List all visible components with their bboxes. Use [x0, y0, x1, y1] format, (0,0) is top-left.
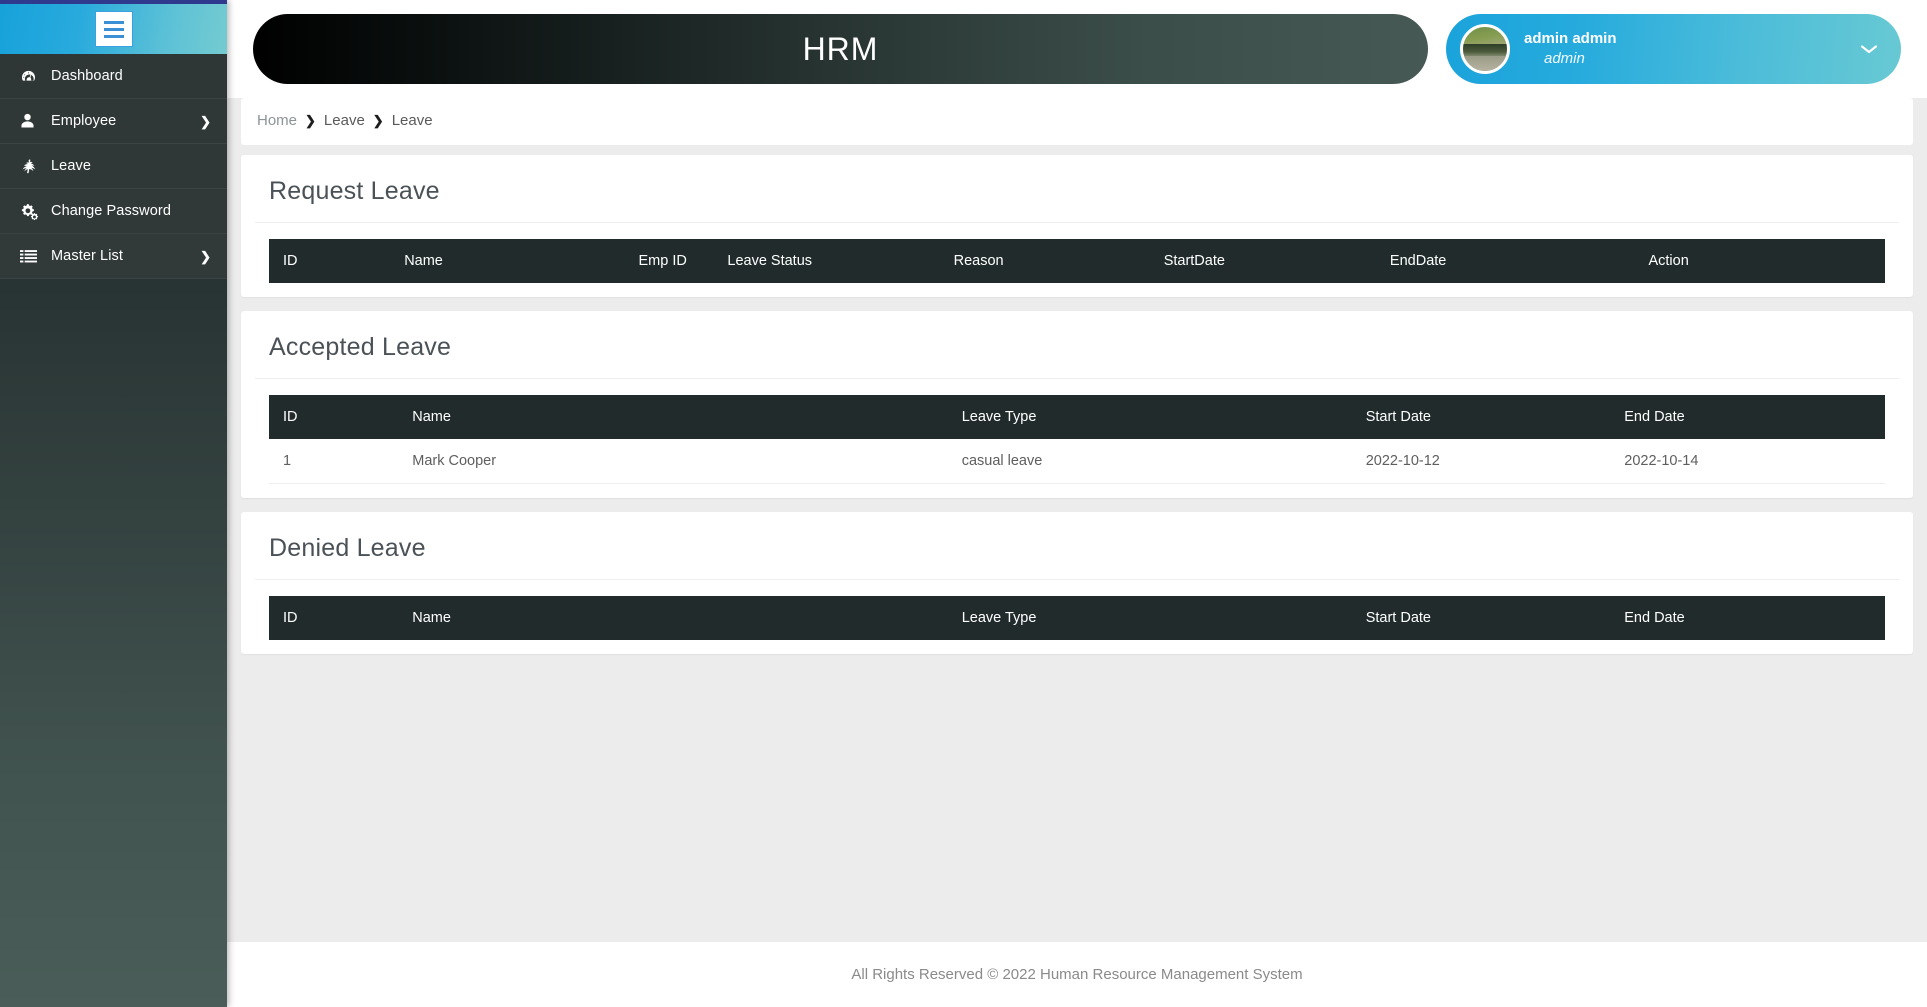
- table-cell: casual leave: [947, 439, 1352, 484]
- sidebar-item-dashboard[interactable]: Dashboard: [0, 54, 227, 99]
- column-header-start-date: StartDate: [1163, 253, 1225, 269]
- page-footer: All Rights Reserved © 2022 Human Resourc…: [227, 942, 1927, 1007]
- hamburger-icon[interactable]: [94, 11, 133, 47]
- sidebar-item-label: Employee: [51, 113, 117, 129]
- chevron-right-icon: ❯: [200, 113, 211, 129]
- column-header-start-date: Start Date: [1365, 409, 1431, 425]
- sidebar-item-leave[interactable]: Leave: [0, 144, 227, 189]
- column-header-id: ID: [283, 409, 298, 425]
- sidebar-item-employee[interactable]: Employee ❯: [0, 99, 227, 144]
- table-cell: 2022-10-12: [1351, 439, 1611, 484]
- column-header-end-date: End Date: [1624, 610, 1685, 626]
- denied-leave-table-wrap: ID Name Leave Type Start Date End Date: [255, 580, 1899, 640]
- user-name: admin admin: [1524, 29, 1617, 47]
- breadcrumb-item-leave[interactable]: Leave: [324, 112, 365, 129]
- sidebar-item-label: Leave: [51, 158, 92, 174]
- dashboard-icon: [20, 68, 42, 85]
- table-header-row: ID Name Leave Type Start Date End Date: [269, 596, 1885, 640]
- table-head: ID Name Leave Type Start Date End Date: [269, 596, 1885, 640]
- table-head: ID Name Emp ID Leave Status Reason Start…: [269, 239, 1885, 283]
- footer-text: All Rights Reserved © 2022 Human Resourc…: [851, 966, 1303, 983]
- sidebar-item-label: Change Password: [51, 203, 171, 219]
- breadcrumb-home[interactable]: Home: [257, 112, 297, 129]
- hamburger-bar: [103, 34, 124, 38]
- request-leave-title: Request Leave: [255, 177, 1899, 223]
- hamburger-bar: [103, 20, 124, 24]
- table-head: ID Name Leave Type Start Date End Date: [269, 395, 1885, 439]
- accepted-leave-table-wrap: ID Name Leave Type Start Date End Date 1…: [255, 379, 1899, 484]
- denied-leave-card: Denied Leave ID Name Leave Type Start Da…: [241, 512, 1913, 654]
- gears-icon: [20, 203, 42, 220]
- user-icon: [20, 113, 42, 129]
- column-header-leave-status: Leave Status: [727, 253, 813, 269]
- accepted-leave-table: ID Name Leave Type Start Date End Date 1…: [269, 395, 1885, 484]
- column-header-end-date: EndDate: [1389, 253, 1447, 269]
- table-header-row: ID Name Emp ID Leave Status Reason Start…: [269, 239, 1885, 283]
- sidebar-item-master-list[interactable]: Master List ❯: [0, 234, 227, 279]
- column-header-id: ID: [283, 610, 298, 626]
- breadcrumb: Home ❯ Leave ❯ Leave: [241, 112, 1913, 129]
- user-role: admin: [1544, 50, 1585, 67]
- column-header-name: Name: [404, 253, 443, 269]
- table-cell: Mark Cooper: [398, 439, 948, 484]
- column-header-reason: Reason: [953, 253, 1004, 269]
- avatar: [1460, 24, 1510, 74]
- content-area: Request Leave ID Name Emp ID Leave Statu…: [227, 145, 1927, 942]
- brand-banner: HRM: [253, 14, 1428, 84]
- list-icon: [20, 249, 42, 264]
- table-row: 1 Mark Cooper casual leave 2022-10-12 2022-1…: [269, 439, 1885, 484]
- table-cell: 2022-10-14: [1610, 439, 1885, 484]
- column-header-name: Name: [412, 409, 451, 425]
- table-header-row: ID Name Leave Type Start Date End Date: [269, 395, 1885, 439]
- accepted-leave-title: Accepted Leave: [255, 333, 1899, 379]
- column-header-name: Name: [412, 610, 451, 626]
- request-leave-table-wrap: ID Name Emp ID Leave Status Reason Start…: [255, 223, 1899, 283]
- column-header-leave-type: Leave Type: [961, 610, 1037, 626]
- user-menu[interactable]: admin admin admin: [1446, 14, 1901, 84]
- breadcrumb-bar: Home ❯ Leave ❯ Leave: [241, 98, 1913, 145]
- page-title: HRM: [802, 30, 879, 67]
- chevron-right-icon: ❯: [372, 112, 384, 128]
- column-header-emp-id: Emp ID: [638, 253, 687, 269]
- denied-leave-title: Denied Leave: [255, 534, 1899, 580]
- column-header-end-date: End Date: [1624, 409, 1685, 425]
- sidebar: Dashboard Employee ❯ Leave Change Passwo…: [0, 0, 227, 1007]
- accepted-leave-table-body: 1 Mark Cooper casual leave 2022-10-12 2022-1…: [269, 439, 1885, 484]
- chevron-right-icon: ❯: [200, 248, 211, 264]
- hamburger-bar: [103, 27, 124, 31]
- request-leave-table: ID Name Emp ID Leave Status Reason Start…: [269, 239, 1885, 283]
- sidebar-header: [0, 0, 227, 54]
- sidebar-menu: Dashboard Employee ❯ Leave Change Passwo…: [0, 54, 227, 279]
- sidebar-item-label: Dashboard: [51, 68, 123, 84]
- chevron-down-icon[interactable]: [1859, 39, 1879, 59]
- column-header-start-date: Start Date: [1365, 610, 1431, 626]
- denied-leave-table: ID Name Leave Type Start Date End Date: [269, 596, 1885, 640]
- breadcrumb-item-current: Leave: [391, 112, 433, 129]
- leave-icon: [20, 158, 42, 175]
- chevron-right-icon: ❯: [305, 112, 316, 128]
- user-info: admin admin admin: [1524, 29, 1617, 70]
- main-content: HRM admin admin admin Home ❯ Leave ❯ Lea…: [227, 0, 1927, 1007]
- request-leave-card: Request Leave ID Name Emp ID Leave Statu…: [241, 155, 1913, 297]
- accepted-leave-card: Accepted Leave ID Name Leave Type Start …: [241, 311, 1913, 498]
- page-header: HRM admin admin admin: [227, 0, 1927, 98]
- column-header-id: ID: [283, 253, 298, 269]
- sidebar-item-label: Master List: [51, 248, 124, 264]
- column-header-action: Action: [1648, 253, 1689, 269]
- table-cell: 1: [269, 439, 399, 484]
- column-header-leave-type: Leave Type: [961, 409, 1037, 425]
- sidebar-item-change-password[interactable]: Change Password: [0, 189, 227, 234]
